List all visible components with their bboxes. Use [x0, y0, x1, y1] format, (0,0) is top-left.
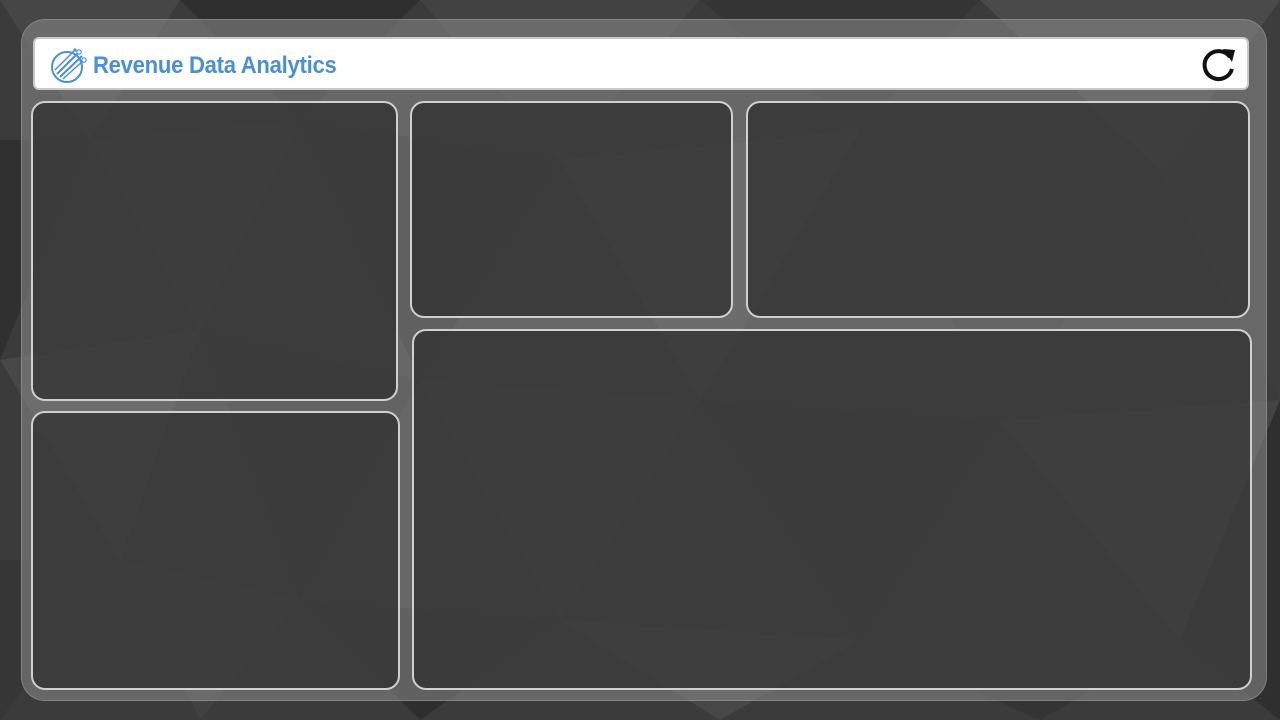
panel-top-right [746, 101, 1250, 318]
panel-bottom-right [412, 329, 1252, 690]
header-bar: Revenue Data Analytics [33, 37, 1249, 90]
panel-bottom-left [31, 411, 400, 690]
analytics-logo-icon [51, 48, 87, 83]
panel-top-left [31, 101, 398, 401]
panel-top-middle [410, 101, 733, 318]
page-title: Revenue Data Analytics [93, 52, 337, 79]
refresh-icon[interactable] [1199, 45, 1239, 85]
